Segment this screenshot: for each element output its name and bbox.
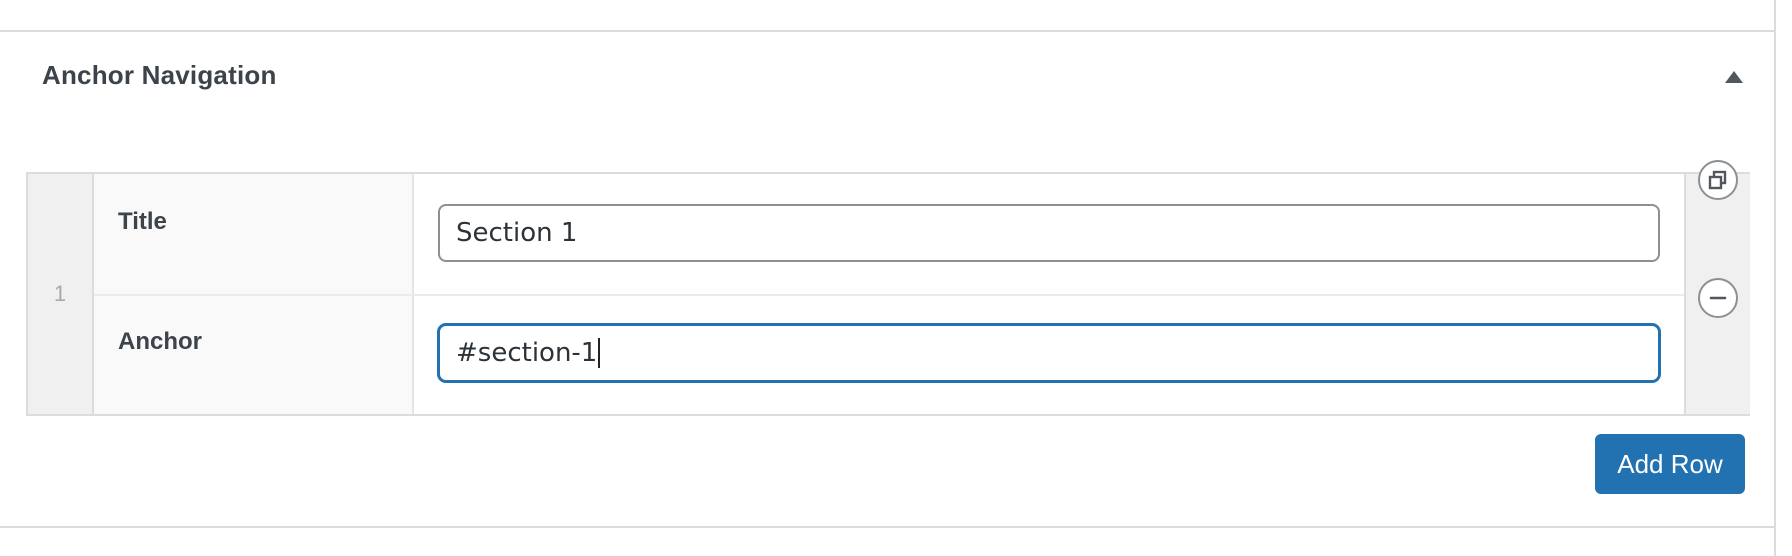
anchor-label: Anchor [118, 328, 202, 355]
triangle-up-icon[interactable] [1723, 68, 1745, 86]
duplicate-row-button[interactable] [1698, 160, 1738, 200]
text-caret [598, 338, 601, 368]
title-label: Title [118, 208, 167, 235]
remove-row-button[interactable] [1698, 278, 1738, 318]
panel-top-border [0, 30, 1774, 32]
add-row-button[interactable]: Add Row [1595, 434, 1745, 494]
row-number: 1 [53, 281, 67, 306]
remove-icon [1709, 296, 1727, 300]
row-divider [94, 294, 1708, 296]
anchor-input[interactable]: #section-1 [438, 324, 1660, 382]
anchor-input-value: #section-1 [456, 338, 598, 368]
duplicate-icon [1708, 170, 1727, 190]
repeater-table: 1 Title Anchor Section 1 #section-1 [26, 160, 1750, 416]
anchor-navigation-panel: Anchor Navigation 1 Title Anchor Section… [0, 0, 1774, 556]
title-input[interactable]: Section 1 [438, 204, 1660, 262]
right-rail [1774, 0, 1792, 556]
panel-bottom-border [0, 526, 1774, 528]
row-index[interactable]: 1 [28, 174, 94, 414]
title-input-value: Section 1 [456, 218, 578, 248]
section-title: Anchor Navigation [42, 60, 277, 90]
row-actions [1684, 160, 1750, 414]
